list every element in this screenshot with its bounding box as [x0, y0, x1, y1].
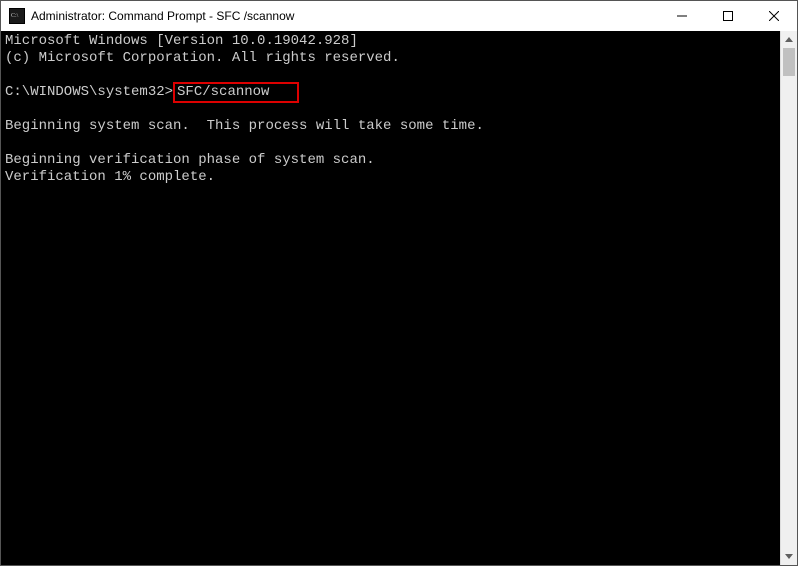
console-command: SFC/scannow — [177, 84, 269, 100]
vertical-scrollbar[interactable] — [780, 31, 797, 565]
console-prompt: C:\WINDOWS\system32> — [5, 84, 173, 100]
scrollbar-thumb[interactable] — [783, 48, 795, 76]
console-line-version: Microsoft Windows [Version 10.0.19042.92… — [5, 33, 358, 49]
command-prompt-window: C:\ Administrator: Command Prompt - SFC … — [0, 0, 798, 566]
console-line-verify: Beginning verification phase of system s… — [5, 152, 375, 168]
scroll-up-arrow-icon[interactable] — [781, 31, 797, 48]
cmd-icon: C:\ — [9, 8, 25, 24]
scroll-down-arrow-icon[interactable] — [781, 548, 797, 565]
console-output[interactable]: Microsoft Windows [Version 10.0.19042.92… — [1, 31, 780, 565]
console-line-progress: Verification 1% complete. — [5, 169, 215, 185]
console-line-copyright: (c) Microsoft Corporation. All rights re… — [5, 50, 400, 66]
close-button[interactable] — [751, 1, 797, 31]
window-controls — [659, 1, 797, 31]
minimize-button[interactable] — [659, 1, 705, 31]
console-line-scan: Beginning system scan. This process will… — [5, 118, 484, 134]
command-highlight: SFC/scannow — [173, 82, 299, 103]
svg-text:C:\: C:\ — [11, 13, 19, 19]
titlebar[interactable]: C:\ Administrator: Command Prompt - SFC … — [1, 1, 797, 31]
maximize-button[interactable] — [705, 1, 751, 31]
scrollbar-track[interactable] — [781, 48, 797, 548]
window-title: Administrator: Command Prompt - SFC /sca… — [31, 9, 659, 23]
client-area: Microsoft Windows [Version 10.0.19042.92… — [1, 31, 797, 565]
